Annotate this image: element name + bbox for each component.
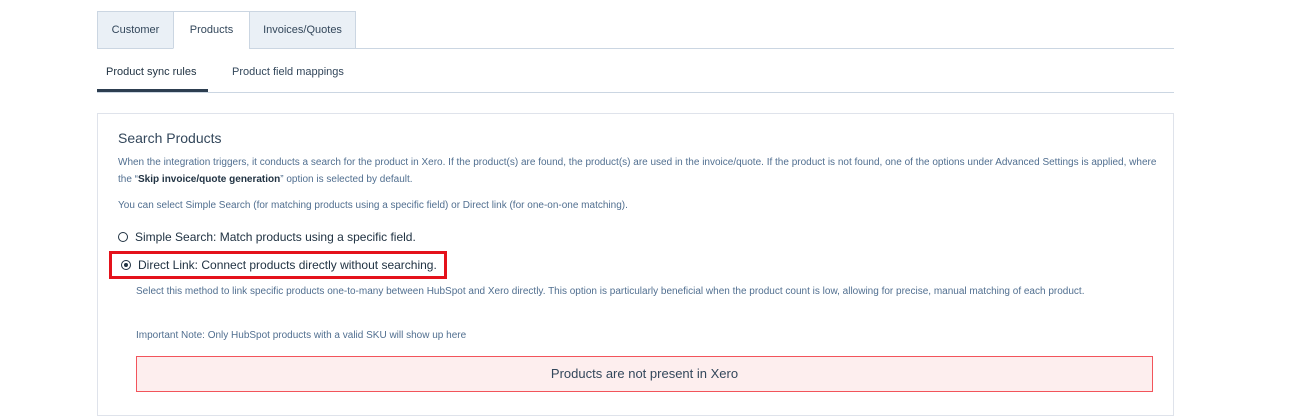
search-description: When the integration triggers, it conduc… xyxy=(118,154,1158,188)
direct-link-label: Direct Link: Connect products directly w… xyxy=(138,258,437,272)
tab-invoices-quotes[interactable]: Invoices/Quotes xyxy=(249,11,356,49)
direct-link-description: Select this method to link specific prod… xyxy=(136,286,1085,297)
direct-link-option[interactable]: Direct Link: Connect products directly w… xyxy=(109,251,447,279)
simple-search-label: Simple Search: Match products using a sp… xyxy=(135,230,416,244)
direct-link-radio[interactable] xyxy=(121,260,131,270)
top-tab-bar: Customer Products Invoices/Quotes xyxy=(97,11,1174,49)
simple-search-option[interactable]: Simple Search: Match products using a sp… xyxy=(118,228,416,246)
panel-title: Search Products xyxy=(118,130,222,146)
search-products-panel: Search Products When the integration tri… xyxy=(97,113,1174,416)
subtab-product-sync-rules[interactable]: Product sync rules xyxy=(97,56,208,92)
sub-tab-bar: Product sync rules Product field mapping… xyxy=(97,56,1174,93)
subtab-product-field-mappings[interactable]: Product field mappings xyxy=(223,56,363,92)
simple-search-radio[interactable] xyxy=(118,232,128,242)
page: Customer Products Invoices/Quotes Produc… xyxy=(0,0,1297,418)
description-text-end: ” option is selected by default. xyxy=(280,174,413,185)
search-mode-description: You can select Simple Search (for matchi… xyxy=(118,200,628,211)
tab-customer[interactable]: Customer xyxy=(97,11,174,49)
no-products-alert: Products are not present in Xero xyxy=(136,356,1153,392)
tab-products[interactable]: Products xyxy=(173,11,250,49)
skip-generation-option-text: Skip invoice/quote generation xyxy=(138,174,281,185)
important-note: Important Note: Only HubSpot products wi… xyxy=(136,330,467,341)
